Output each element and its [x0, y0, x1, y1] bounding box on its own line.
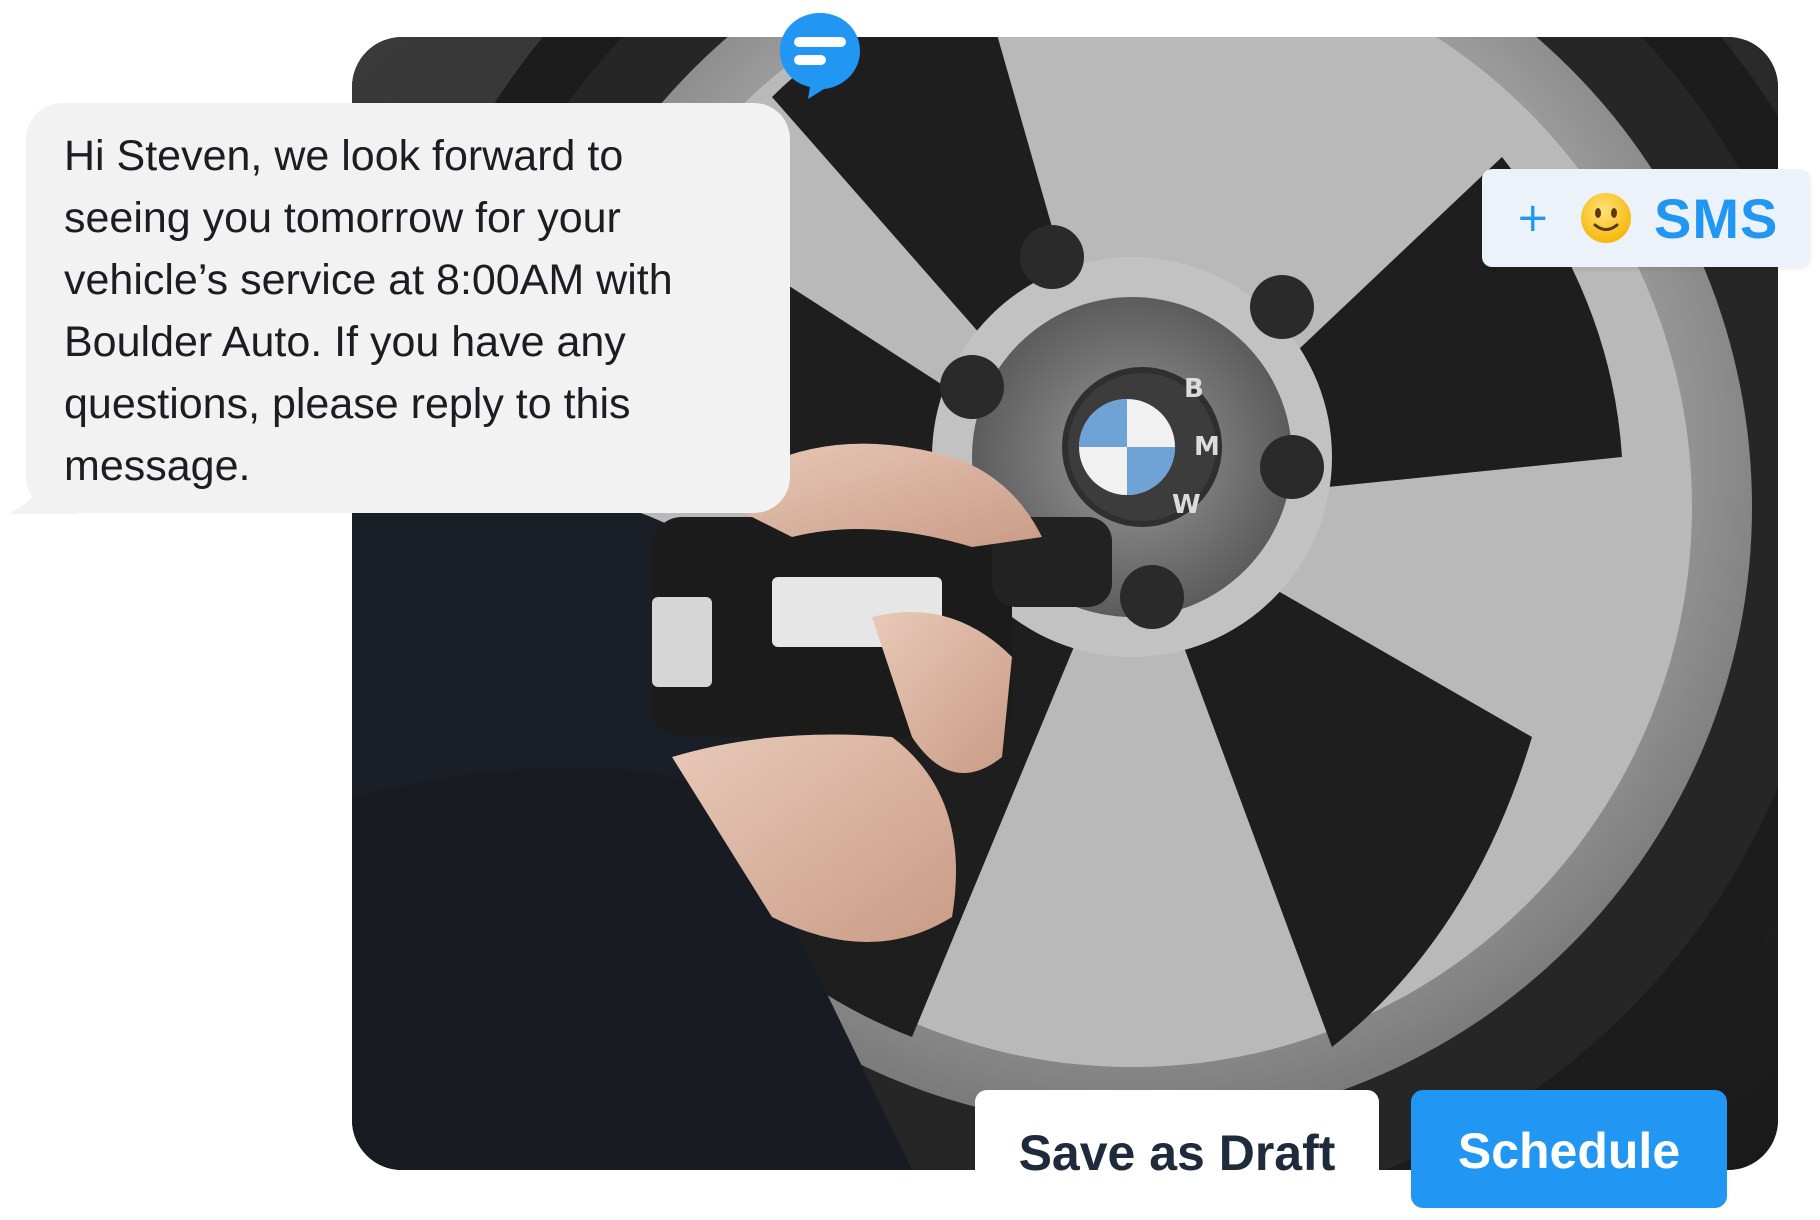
svg-text:M: M: [1194, 432, 1220, 462]
message-line: Boulder Auto. If you have any: [64, 318, 626, 366]
message-line: seeing you tomorrow for your: [64, 194, 621, 242]
smiley-face-icon[interactable]: [1580, 192, 1632, 244]
chat-logo-icon: [780, 13, 860, 99]
schedule-button[interactable]: Schedule: [1411, 1090, 1727, 1208]
message-bubble: Hi Steven, we look forward to seeing you…: [26, 103, 790, 513]
message-line: vehicle’s service at 8:00AM with: [64, 256, 673, 304]
message-text: Hi Steven, we look forward to seeing you…: [64, 125, 750, 497]
sms-channel-chip[interactable]: + SMS: [1482, 169, 1810, 267]
bmw-badge-icon: B M W: [1062, 367, 1222, 527]
channel-label: SMS: [1654, 186, 1779, 250]
message-line: Hi Steven, we look forward to: [64, 132, 624, 180]
save-draft-button[interactable]: Save as Draft: [975, 1090, 1379, 1210]
message-line: message.: [64, 442, 251, 490]
sms-composer-preview: B M W Hi Steven, we look forward to seei…: [0, 0, 1820, 1220]
svg-text:B: B: [1184, 374, 1204, 404]
message-line: questions, please reply to this: [64, 380, 631, 428]
plus-icon[interactable]: +: [1516, 198, 1556, 238]
svg-text:W: W: [1172, 490, 1201, 520]
